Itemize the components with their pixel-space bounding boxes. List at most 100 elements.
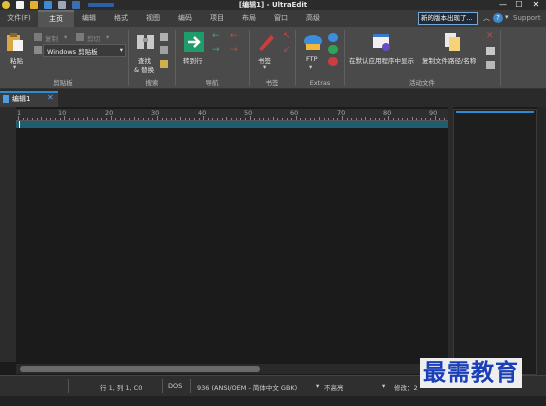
script-icon[interactable] <box>328 57 338 66</box>
new-version-notice[interactable]: 新的版本出现了... <box>418 12 478 25</box>
ruler-tick <box>258 118 260 120</box>
copy-file-path-button[interactable]: 复制文件路径/名称 <box>422 55 476 65</box>
paste-button[interactable]: 粘贴 <box>10 55 23 65</box>
ruler-tick <box>416 118 418 120</box>
column-ruler: 1 10 20 30 40 50 60 70 80 90 <box>16 109 448 121</box>
nav-back-red-icon[interactable]: ← <box>230 31 238 41</box>
status-divider <box>190 379 191 393</box>
tab-project[interactable]: 项目 <box>202 10 232 27</box>
tab-window[interactable]: 窗口 <box>266 10 296 27</box>
encoding-select[interactable]: 936 (ANSI/OEM - 简体中文 GBK) <box>197 382 297 392</box>
minimize-button[interactable]: — <box>495 0 511 10</box>
tab-home[interactable]: 主页 <box>38 10 74 27</box>
document-icon <box>3 95 9 103</box>
bookmark-prev-icon[interactable]: ↖ <box>283 31 291 41</box>
file-compare-icon[interactable] <box>486 61 495 69</box>
modified-status: 修改：2 <box>394 384 418 392</box>
ruler-tick <box>115 118 117 120</box>
ruler-number: 30 <box>151 109 160 117</box>
ruler-tick <box>268 118 270 120</box>
ruler-tick <box>439 118 441 120</box>
editor-text-area[interactable] <box>16 128 448 364</box>
tab-edit[interactable]: 编辑 <box>74 10 104 27</box>
tab-advanced[interactable]: 高级 <box>298 10 328 27</box>
ribbon-collapse-icon[interactable]: ︿ <box>483 13 491 23</box>
ruler-tick <box>351 118 353 120</box>
tab-layout[interactable]: 布局 <box>234 10 264 27</box>
bookmark-icon[interactable] <box>256 32 276 52</box>
help-icon[interactable]: ? <box>493 13 503 23</box>
file-properties-icon[interactable] <box>486 47 495 55</box>
ruler-tick <box>217 118 219 120</box>
ruler-tick <box>235 118 237 120</box>
cursor-position[interactable]: 行 1, 列 1, C0 <box>100 382 142 392</box>
nav-back-green-icon[interactable]: ← <box>212 31 220 41</box>
ftp-button[interactable]: FTP <box>306 55 318 63</box>
side-panel[interactable] <box>453 109 537 375</box>
clipboard-select[interactable]: Windows 剪贴板 ▾ <box>43 44 126 57</box>
cut-dropdown-icon[interactable]: ▾ <box>106 33 109 41</box>
paste-icon[interactable] <box>6 32 24 52</box>
support-link[interactable]: Support <box>513 14 541 22</box>
close-tab-icon[interactable]: ✕ <box>47 93 54 102</box>
close-button[interactable]: ✕ <box>528 0 544 10</box>
show-in-default-app-button[interactable]: 在默认应用程序中显示 <box>349 55 414 65</box>
group-label-navigation: 导航 <box>205 79 219 87</box>
ruler-tick <box>27 118 29 120</box>
bookmark-next-icon[interactable]: ↙ <box>283 45 291 55</box>
cloud-sync-icon[interactable] <box>328 33 338 42</box>
ruler-tick <box>383 118 385 120</box>
ruler-number: 50 <box>244 109 253 117</box>
vertical-scrollbar[interactable] <box>537 107 546 375</box>
ruler-tick <box>230 118 232 120</box>
watermark-logo: 最需教育 <box>420 358 522 388</box>
maximize-button[interactable]: ☐ <box>511 0 527 10</box>
group-label-clipboard: 剪贴板 <box>53 79 73 87</box>
ruler-tick <box>22 118 24 120</box>
tab-encoding[interactable]: 编码 <box>170 10 200 27</box>
ruler-tick <box>41 117 43 120</box>
highlight-select[interactable]: 不高亮 <box>324 382 344 392</box>
goto-line-icon[interactable] <box>184 32 204 52</box>
nav-forward-red-icon[interactable]: → <box>230 45 238 55</box>
ruler-tick <box>397 118 399 120</box>
ruler-tick <box>143 118 144 120</box>
tab-format[interactable]: 格式 <box>106 10 136 27</box>
ruler-tick <box>193 118 195 120</box>
cut-button[interactable]: 剪切 <box>87 33 100 43</box>
tab-view[interactable]: 视图 <box>138 10 168 27</box>
find-list-icon[interactable] <box>160 60 168 68</box>
help-dropdown-icon[interactable]: ▾ <box>505 13 509 21</box>
ruler-tick <box>434 116 436 120</box>
ruler-tick <box>328 118 330 120</box>
copy-button[interactable]: 复制 <box>45 33 58 43</box>
nav-forward-green-icon[interactable]: → <box>212 45 220 55</box>
line-ending[interactable]: DOS <box>168 382 182 390</box>
text-caret <box>19 121 20 128</box>
document-tab[interactable]: 编辑1 ✕ <box>0 91 58 107</box>
bookmarks-dropdown-icon[interactable]: ▾ <box>263 63 266 71</box>
group-divider <box>500 30 501 86</box>
ruler-tick <box>36 118 38 120</box>
encoding-dropdown-icon[interactable]: ▾ <box>316 382 319 390</box>
horizontal-scrollbar-thumb[interactable] <box>20 366 260 372</box>
find-in-files-icon[interactable] <box>160 33 168 41</box>
sync-icon[interactable] <box>328 45 338 54</box>
ruler-tick <box>272 117 274 120</box>
ruler-number: 60 <box>290 109 299 117</box>
goto-line-button[interactable]: 转到行 <box>183 55 203 65</box>
replace-in-files-icon[interactable] <box>160 46 168 54</box>
ftp-dropdown-icon[interactable]: ▾ <box>309 63 312 71</box>
tab-file[interactable]: 文件(F) <box>2 10 36 27</box>
highlight-dropdown-icon[interactable]: ▾ <box>382 382 385 390</box>
ruler-tick <box>393 118 395 120</box>
ruler-tick <box>73 118 75 120</box>
ruler-tick <box>286 118 288 120</box>
ftp-icon[interactable] <box>302 32 324 52</box>
ruler-tick <box>68 118 70 120</box>
horizontal-scrollbar[interactable] <box>16 364 448 374</box>
paste-dropdown-icon[interactable]: ▾ <box>13 63 16 71</box>
close-file-icon[interactable]: ✕ <box>486 31 494 41</box>
copy-dropdown-icon[interactable]: ▾ <box>64 33 67 41</box>
ribbon-tabs: 文件(F) 主页 编辑 格式 视图 编码 项目 布局 窗口 高级 新的版本出现了… <box>0 10 546 27</box>
